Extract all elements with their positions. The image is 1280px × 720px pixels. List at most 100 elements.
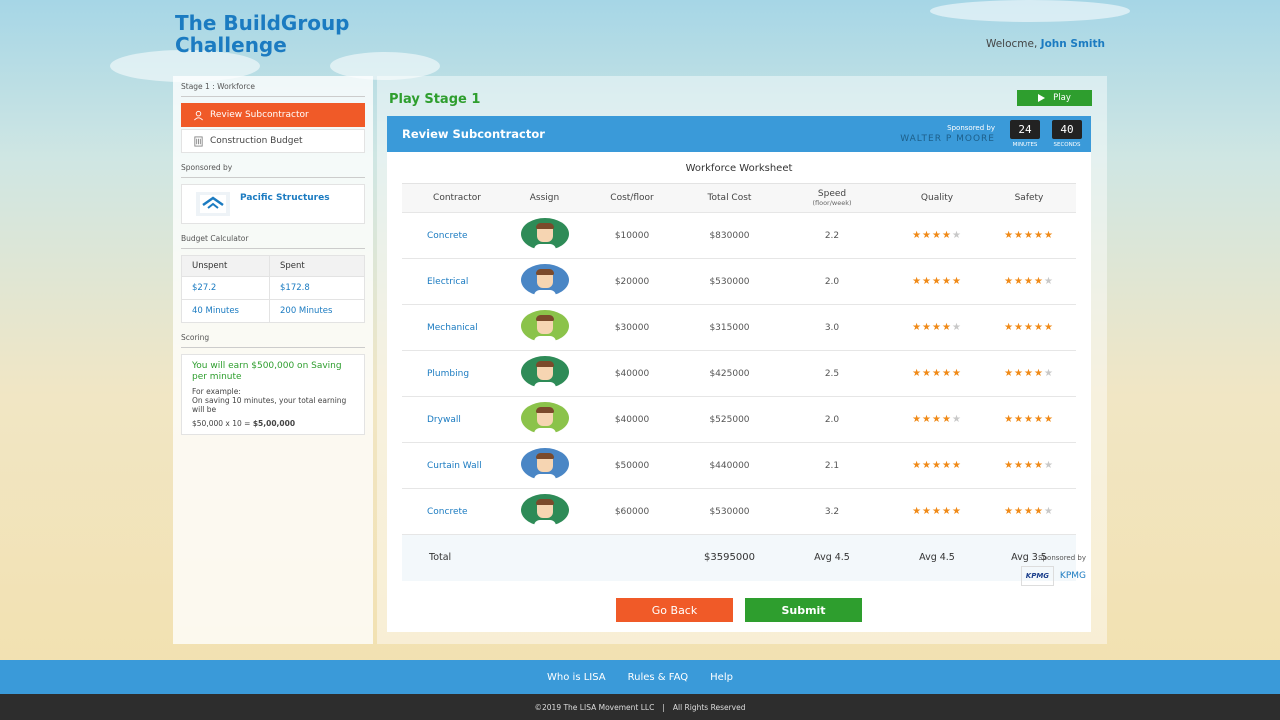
- speed-cell: 3.0: [772, 304, 892, 351]
- spent-minutes: 200 Minutes: [269, 299, 365, 323]
- total-cost-floor-empty: [577, 534, 687, 581]
- worker-avatar[interactable]: [520, 494, 569, 526]
- table-row: Drywall $40000 $525000 2.0 ★★★★★ ★★★★★: [402, 396, 1076, 443]
- spent-amount: $172.8: [269, 276, 365, 300]
- star-icon: ★: [1014, 414, 1025, 425]
- footer-link-who-is-lisa[interactable]: Who is LISA: [547, 672, 606, 683]
- kpmg-name: KPMG: [1059, 571, 1086, 581]
- assign-cell[interactable]: [512, 258, 577, 305]
- timer-minutes: 24 MINUTES: [1009, 120, 1041, 148]
- sponsor-card[interactable]: Pacific Structures: [181, 184, 365, 224]
- star-icon: ★: [1014, 230, 1025, 241]
- play-icon: [1038, 94, 1046, 102]
- welcome-label: Welocme,: [985, 38, 1038, 50]
- worker-avatar[interactable]: [520, 356, 569, 388]
- avatar-shirt: [533, 244, 556, 250]
- speed-header-label: Speed: [817, 189, 847, 199]
- contractor-link[interactable]: Concrete: [402, 212, 512, 259]
- star-icon: ★: [1043, 322, 1054, 333]
- go-back-button[interactable]: Go Back: [616, 598, 733, 622]
- star-icon: ★: [1024, 414, 1034, 425]
- table-row: Mechanical $30000 $315000 3.0 ★★★★★ ★★★★★: [402, 304, 1076, 351]
- play-button[interactable]: Play: [1017, 90, 1092, 106]
- contractor-link[interactable]: Drywall: [402, 396, 512, 443]
- assign-cell[interactable]: [512, 396, 577, 443]
- safety-stars: ★★★★★: [1004, 230, 1054, 241]
- sponsored-by-label: Sponsored by: [181, 163, 365, 178]
- star-icon: ★: [951, 368, 962, 379]
- star-icon: ★: [951, 276, 962, 287]
- total-cost-value: $3595000: [687, 534, 772, 581]
- kpmg-sponsor[interactable]: KPMG KPMG: [1006, 566, 1086, 586]
- assign-cell[interactable]: [512, 350, 577, 397]
- star-icon: ★: [922, 230, 933, 241]
- worker-avatar[interactable]: [520, 310, 569, 342]
- safety-rating: ★★★★★: [982, 304, 1076, 351]
- sponsor-name: Pacific Structures: [240, 193, 330, 203]
- quality-rating: ★★★★★: [892, 258, 982, 305]
- contractor-link[interactable]: Curtain Wall: [402, 442, 512, 489]
- assign-cell[interactable]: [512, 488, 577, 535]
- star-icon: ★: [912, 368, 923, 379]
- star-icon: ★: [1043, 230, 1054, 241]
- main-panel: Play Stage 1 Play Review Subcontractor S…: [377, 76, 1107, 644]
- cost-floor-cell: $60000: [577, 488, 687, 535]
- star-icon: ★: [1033, 414, 1044, 425]
- star-icon: ★: [932, 368, 942, 379]
- cost-floor-cell: $50000: [577, 442, 687, 489]
- star-icon: ★: [912, 276, 923, 287]
- avatar-shirt: [533, 428, 556, 434]
- header-sponsor: Sponsored by WALTER P MOORE: [900, 124, 995, 144]
- worker-avatar[interactable]: [520, 264, 569, 296]
- worker-avatar[interactable]: [520, 448, 569, 480]
- assign-cell[interactable]: [512, 442, 577, 489]
- submit-button[interactable]: Submit: [745, 598, 862, 622]
- star-icon: ★: [922, 322, 933, 333]
- footer-sponsor: Sponsored by KPMG KPMG: [1006, 554, 1086, 586]
- scoring-example-label: For example:: [192, 387, 241, 396]
- star-icon: ★: [912, 322, 923, 333]
- star-icon: ★: [1004, 460, 1015, 471]
- worker-avatar[interactable]: [520, 402, 569, 434]
- cost-floor-cell: $40000: [577, 350, 687, 397]
- brand-title: The BuildGroup Challenge: [175, 11, 350, 57]
- star-icon: ★: [1014, 368, 1025, 379]
- unspent-amount: $27.2: [181, 276, 270, 300]
- star-icon: ★: [1004, 506, 1015, 517]
- safety-stars: ★★★★★: [1004, 414, 1054, 425]
- footer-link-help[interactable]: Help: [710, 672, 733, 683]
- sidebar-item-construction-budget[interactable]: Construction Budget: [181, 129, 365, 153]
- action-bar: Go Back Submit: [387, 598, 1091, 622]
- quality-stars: ★★★★★: [912, 368, 962, 379]
- sidebar: Stage 1 : Workforce Review Subcontractor…: [173, 76, 373, 644]
- safety-rating: ★★★★★: [982, 488, 1076, 535]
- assign-cell[interactable]: [512, 212, 577, 259]
- star-icon: ★: [1033, 230, 1044, 241]
- total-cost-cell: $525000: [687, 396, 772, 443]
- total-speed-avg: Avg 4.5: [772, 534, 892, 581]
- star-icon: ★: [1024, 276, 1034, 287]
- safety-rating: ★★★★★: [982, 212, 1076, 259]
- assign-cell[interactable]: [512, 304, 577, 351]
- star-icon: ★: [1004, 322, 1015, 333]
- safety-stars: ★★★★★: [1004, 276, 1054, 287]
- contractor-link[interactable]: Concrete: [402, 488, 512, 535]
- star-icon: ★: [941, 322, 952, 333]
- contractor-link[interactable]: Plumbing: [402, 350, 512, 397]
- table-row: Concrete $10000 $830000 2.2 ★★★★★ ★★★★★: [402, 212, 1076, 259]
- star-icon: ★: [951, 506, 962, 517]
- contractor-link[interactable]: Electrical: [402, 258, 512, 305]
- card-header: Review Subcontractor Sponsored by WALTER…: [387, 116, 1091, 152]
- star-icon: ★: [951, 414, 962, 425]
- safety-stars: ★★★★★: [1004, 322, 1054, 333]
- total-cost-cell: $530000: [687, 258, 772, 305]
- welcome-message: Welocme, John Smith: [986, 38, 1105, 50]
- table-row: Curtain Wall $50000 $440000 2.1 ★★★★★ ★★★★★: [402, 442, 1076, 489]
- timer-seconds-label: SECONDS: [1053, 142, 1081, 148]
- contractor-link[interactable]: Mechanical: [402, 304, 512, 351]
- avatar-hair: [535, 361, 554, 367]
- user-name-link[interactable]: John Smith: [1041, 38, 1105, 50]
- worker-avatar[interactable]: [520, 218, 569, 250]
- sidebar-item-review-subcontractor[interactable]: Review Subcontractor: [181, 103, 365, 127]
- footer-link-rules-faq[interactable]: Rules & FAQ: [628, 672, 689, 683]
